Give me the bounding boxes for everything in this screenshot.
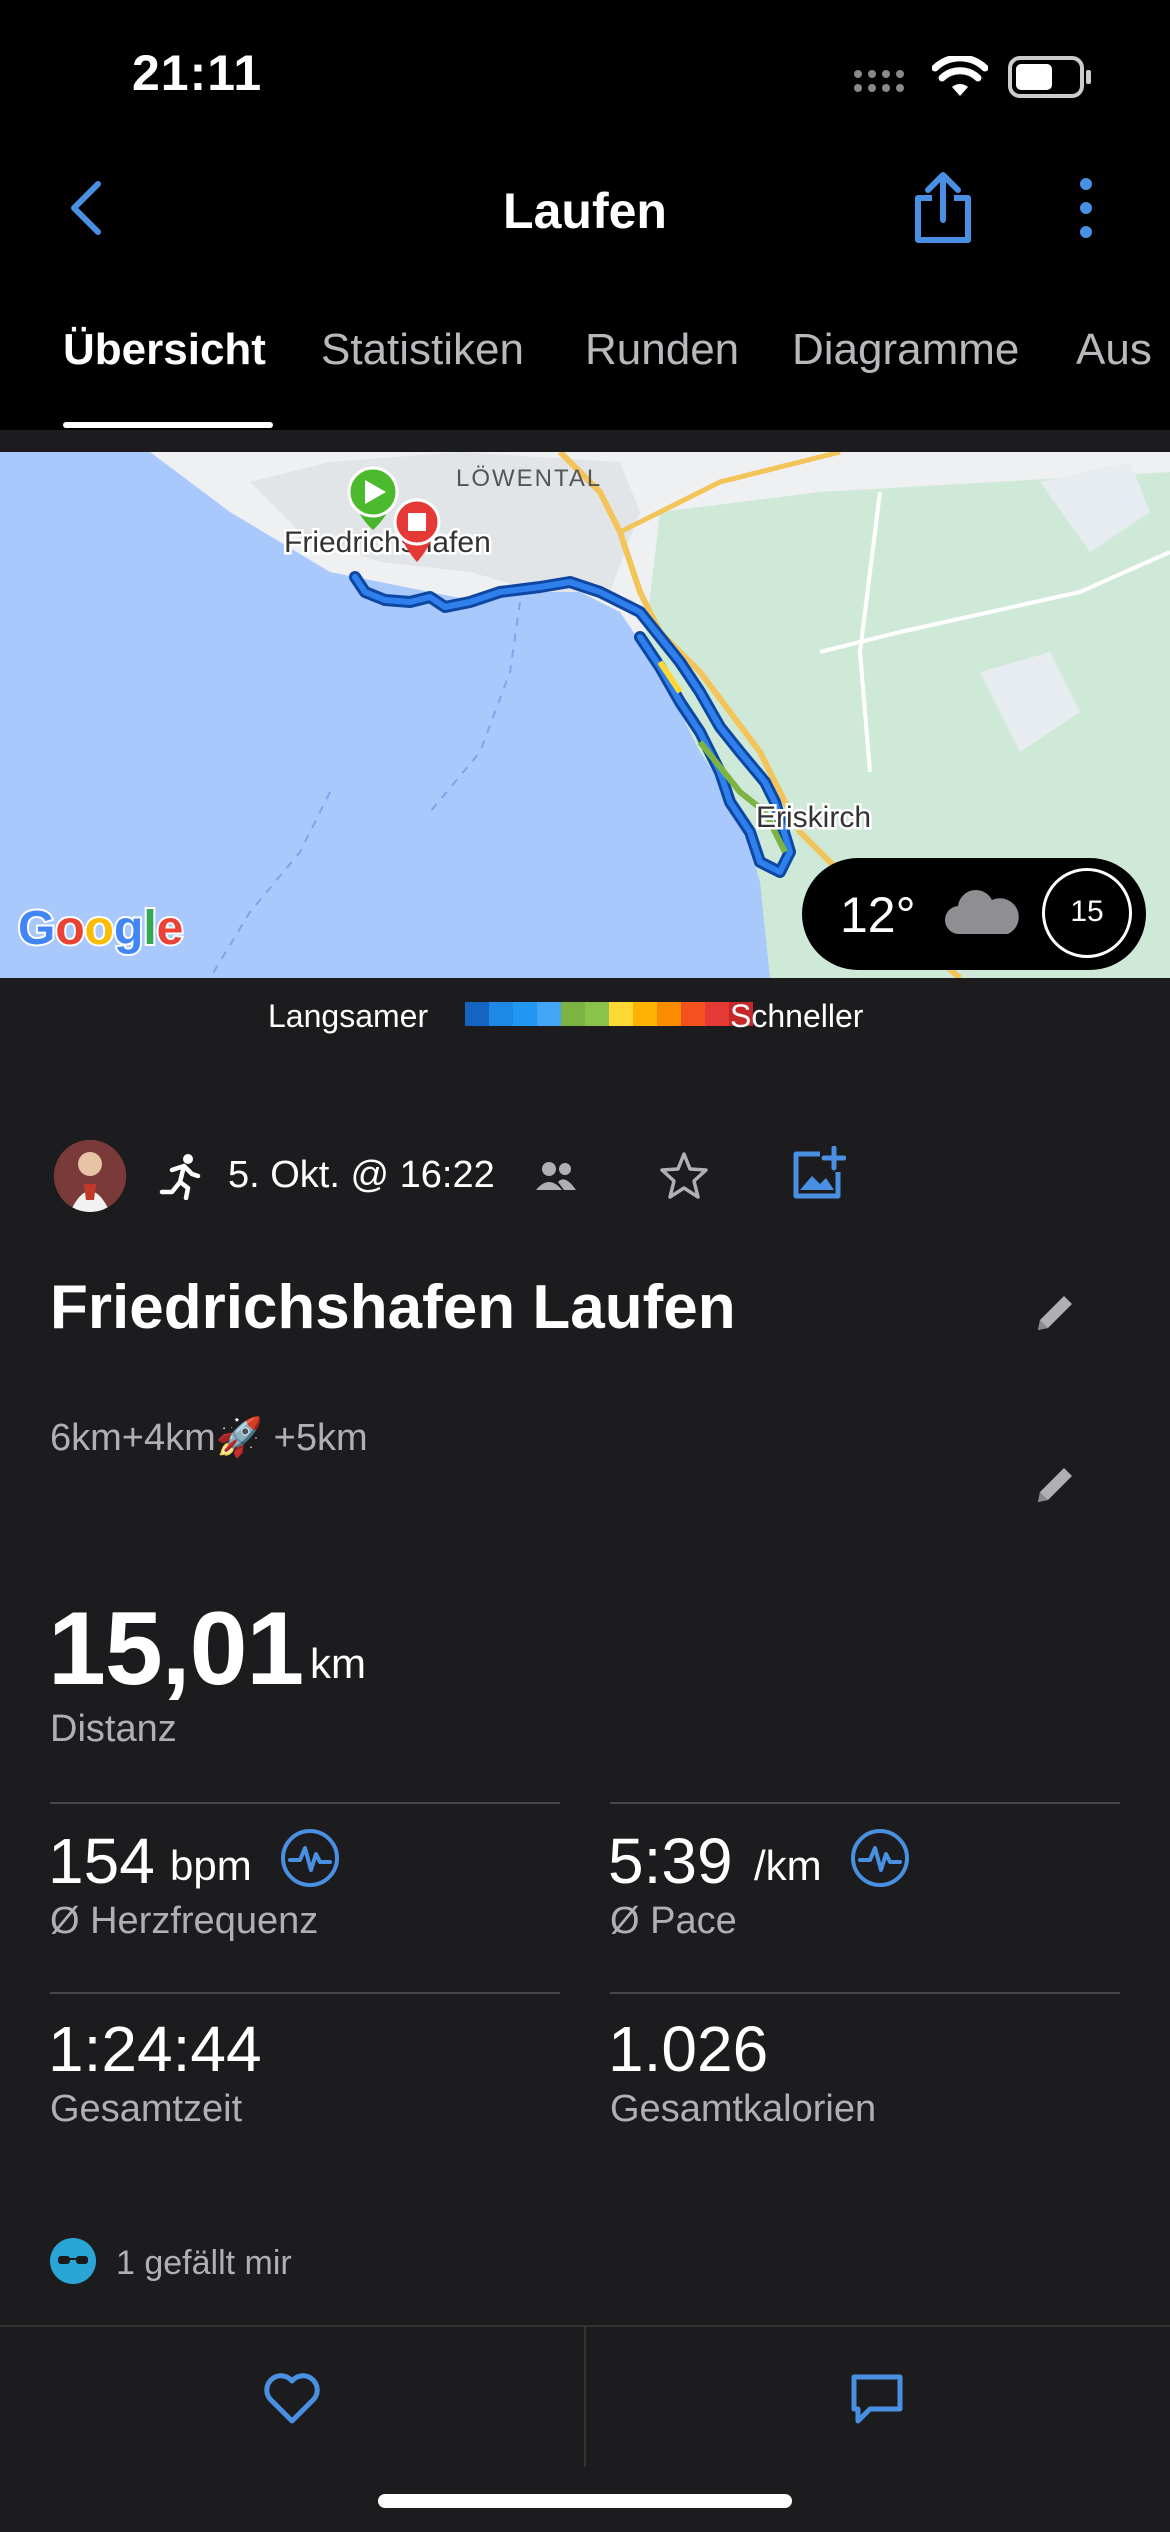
- tab-statistics[interactable]: Statistiken: [321, 325, 524, 375]
- weather-temp: 12°: [840, 887, 916, 943]
- divider: [610, 1802, 1120, 1804]
- map-label-district: LÖWENTAL: [456, 465, 602, 492]
- activity-date: 5. Okt. @ 16:22: [228, 1154, 495, 1196]
- legend-color-swatch: [633, 1002, 657, 1026]
- activity-title: Friedrichshafen Laufen: [50, 1273, 736, 1342]
- divider: [50, 1802, 560, 1804]
- more-icon[interactable]: [1066, 176, 1106, 240]
- signal-icon: [854, 70, 904, 92]
- legend-color-swatch: [585, 1002, 609, 1026]
- comment-icon[interactable]: [848, 2371, 906, 2427]
- weather-badge: 12° 15: [802, 858, 1146, 970]
- tab-bar: Übersicht Statistiken Runden Diagramme A…: [0, 275, 1170, 430]
- legend-color-swatch: [513, 1002, 537, 1026]
- activity-meta-row: 5. Okt. @ 16:22: [0, 1130, 1170, 1230]
- calories-label: Gesamtkalorien: [610, 2088, 877, 2130]
- divider: [50, 1992, 560, 1994]
- status-time: 21:11: [132, 45, 263, 101]
- pulse-icon[interactable]: [280, 1828, 340, 1888]
- total-time-label: Gesamtzeit: [50, 2088, 243, 2130]
- edit-title-icon[interactable]: [1030, 1288, 1080, 1338]
- divider: [610, 1992, 1120, 1994]
- legend-faster-label: Schneller: [730, 998, 864, 1034]
- nav-bar: Laufen: [0, 140, 1170, 275]
- liker-avatar: [50, 2238, 96, 2284]
- map-label-town: Eriskirch: [756, 801, 871, 834]
- cloud-icon: [944, 890, 1019, 935]
- share-icon[interactable]: [910, 170, 976, 246]
- pace-value: 5:39: [608, 1825, 733, 1897]
- status-bar: 21:11: [0, 0, 1170, 140]
- wind-indicator: 15: [1042, 868, 1132, 958]
- heart-rate-unit: bpm: [170, 1842, 252, 1889]
- legend-color-bar: [465, 1002, 753, 1026]
- avatar[interactable]: [54, 1140, 126, 1212]
- map-label-city: Friedrichshafen: [284, 526, 491, 559]
- divider: [584, 2327, 586, 2467]
- legend-color-swatch: [465, 1002, 489, 1026]
- legend-color-swatch: [609, 1002, 633, 1026]
- heart-rate-value: 154: [48, 1825, 155, 1897]
- wifi-icon: [932, 56, 988, 96]
- running-icon: [159, 1154, 201, 1200]
- calories-value: 1.026: [608, 2013, 769, 2085]
- like-heart-icon[interactable]: [262, 2371, 322, 2425]
- distance-unit: km: [310, 1640, 366, 1687]
- tab-charts[interactable]: Diagramme: [792, 325, 1019, 375]
- pace-unit: /km: [754, 1842, 822, 1889]
- battery-icon: [1008, 56, 1091, 98]
- likes-count: 1 gefällt mir: [116, 2244, 292, 2282]
- distance-label: Distanz: [50, 1708, 177, 1750]
- total-time-value: 1:24:44: [48, 2013, 262, 2085]
- wind-speed: 15: [1070, 895, 1104, 928]
- legend-slower-label: Langsamer: [268, 998, 429, 1034]
- edit-description-icon[interactable]: [1030, 1460, 1080, 1510]
- tab-more[interactable]: Aus: [1076, 325, 1152, 375]
- legend-color-swatch: [489, 1002, 513, 1026]
- bottom-action-bar: [0, 2325, 1170, 2467]
- star-icon[interactable]: [658, 1150, 710, 1202]
- activity-description: 6km+4km🚀 +5km: [50, 1417, 368, 1459]
- distance-value: 15,01: [48, 1591, 304, 1707]
- pulse-icon[interactable]: [850, 1828, 910, 1888]
- legend-color-swatch: [537, 1002, 561, 1026]
- pace-label: Ø Pace: [610, 1900, 737, 1942]
- legend-color-swatch: [657, 1002, 681, 1026]
- page-title: Laufen: [503, 183, 667, 239]
- legend-color-swatch: [681, 1002, 705, 1026]
- google-logo: Google: [18, 902, 183, 955]
- legend-color-swatch: [561, 1002, 585, 1026]
- legend-color-swatch: [705, 1002, 729, 1026]
- people-icon[interactable]: [534, 1160, 578, 1192]
- home-indicator[interactable]: [378, 2494, 792, 2508]
- tab-laps[interactable]: Runden: [585, 325, 739, 375]
- tab-overview[interactable]: Übersicht: [63, 325, 266, 375]
- pace-legend: Langsamer Schneller: [0, 990, 1170, 1040]
- active-tab-indicator: [63, 422, 273, 428]
- heart-rate-label: Ø Herzfrequenz: [50, 1900, 319, 1942]
- add-photo-icon[interactable]: [790, 1146, 846, 1202]
